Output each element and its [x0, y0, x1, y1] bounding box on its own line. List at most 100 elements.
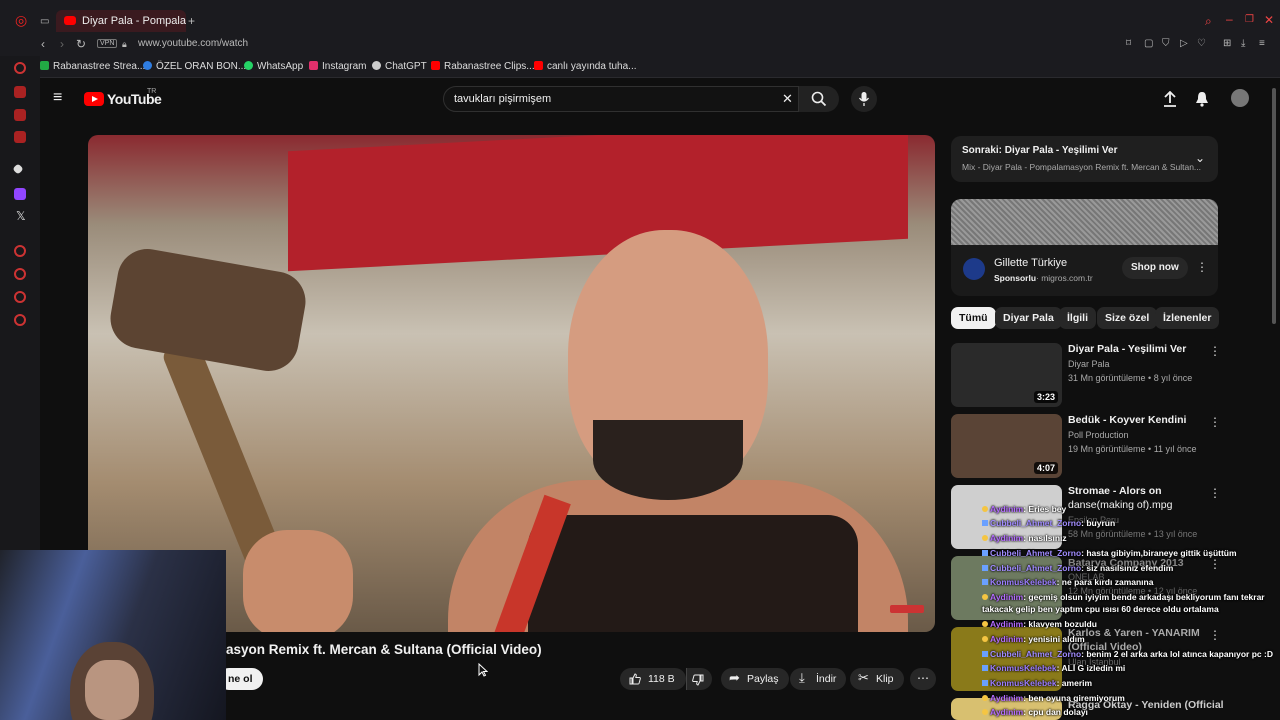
rec-1-thumbnail[interactable]: 4:07 [951, 414, 1062, 478]
account-avatar[interactable] [1231, 89, 1249, 107]
bookmark-0[interactable]: Rabanastree Strea... [40, 61, 145, 72]
microphone-icon [858, 92, 870, 106]
chat-user: KonmusKelebek [990, 678, 1057, 688]
chip-watched[interactable]: İzlenenler [1155, 307, 1220, 329]
rec-0-channel[interactable]: Diyar Pala [1068, 359, 1110, 369]
maximize-icon[interactable]: ❐ [1245, 14, 1254, 26]
bookmark-2-label: WhatsApp [257, 61, 304, 72]
messenger-icon[interactable] [14, 109, 26, 121]
rec-2-title-line2[interactable]: danse(making of).mpg [1068, 499, 1172, 511]
chat-line: Aydinim: geçmiş olsun iyiyim bende arkad… [982, 592, 1265, 602]
twitch-icon[interactable] [14, 188, 26, 200]
close-window-icon[interactable]: ✕ [1264, 14, 1274, 26]
chat-message: : ne para kırdı zamanına [1056, 577, 1154, 587]
settings-gear-icon[interactable] [14, 314, 26, 326]
hamburger-menu-icon[interactable]: ≡ [53, 90, 62, 106]
new-tab-icon[interactable]: + [188, 15, 195, 27]
reload-icon[interactable]: ↻ [76, 38, 86, 50]
clip-button[interactable]: ✂ Klip [850, 668, 904, 690]
menu-icon[interactable]: ≡ [1259, 38, 1265, 50]
bookmark-5[interactable]: Rabanastree Clips... [431, 61, 535, 72]
ad-more-icon[interactable]: ⋮ [1196, 261, 1208, 273]
chip-all[interactable]: Tümü [951, 307, 996, 329]
aria-icon[interactable] [14, 62, 26, 74]
ad-logo [963, 258, 985, 280]
channel-watermark [890, 605, 924, 613]
rec-2-title[interactable]: Stromae - Alors on [1068, 485, 1162, 497]
bookmark-6-label: canlı yayında tuha... [547, 61, 637, 72]
video-frame-hammer-head [105, 244, 311, 376]
chip-diyar-pala[interactable]: Diyar Pala [995, 307, 1062, 329]
rec-0-thumbnail[interactable]: 3:23 [951, 343, 1062, 407]
x-icon[interactable]: 𝕏 [16, 210, 26, 222]
rec-3-more-icon[interactable]: ⋮ [1209, 557, 1221, 571]
opera-logo-icon[interactable]: ◎ [15, 13, 27, 27]
bookmark-4[interactable]: ChatGPT [372, 61, 427, 72]
chat-user: Aydinim [990, 533, 1024, 543]
chat-user: Cubbeli_Ahmet_Zorno [990, 563, 1082, 573]
rec-1-title[interactable]: Bedük - Koyver Kendini [1068, 414, 1186, 426]
more-actions-button[interactable]: ⋯ [910, 668, 936, 690]
like-button[interactable]: 118 B [620, 668, 686, 690]
history-icon[interactable] [14, 268, 26, 280]
store-icon[interactable] [14, 86, 26, 98]
search-button[interactable] [799, 86, 839, 112]
bookmark-6[interactable]: canlı yayında tuha... [534, 61, 637, 72]
dislike-button[interactable] [686, 668, 712, 690]
rec-2-more-icon[interactable]: ⋮ [1209, 486, 1221, 500]
heart-icon[interactable]: ♡ [1197, 38, 1206, 50]
clear-search-icon[interactable]: ✕ [782, 92, 793, 105]
rec-0-title[interactable]: Diyar Pala - Yeşilimi Ver [1068, 343, 1186, 355]
bookmark-1-icon [143, 61, 152, 70]
forward-icon[interactable]: › [60, 38, 64, 50]
ad-card[interactable]: Gillette Türkiye Sponsorlu · migros.com.… [951, 199, 1218, 296]
whatsapp-side-icon[interactable] [14, 245, 26, 257]
rec-2-meta: 58 Mn görüntüleme • 13 yıl önce [1068, 529, 1198, 539]
youtube-logo-icon[interactable] [84, 92, 104, 106]
page-scrollbar[interactable] [1272, 88, 1276, 324]
upload-icon[interactable] [1163, 91, 1177, 107]
rec-1-channel[interactable]: Poll Production [1068, 430, 1129, 440]
share-button[interactable]: ➦ Paylaş [721, 668, 789, 690]
youtube-region: TR [147, 88, 157, 95]
minimize-icon[interactable]: – [1226, 13, 1233, 25]
bookmark-1[interactable]: ÖZEL ORAN BON... [143, 61, 246, 72]
vpn-badge[interactable]: VPN [97, 39, 118, 48]
bookmark-2[interactable]: WhatsApp [244, 61, 303, 72]
notifications-bell-icon[interactable] [1195, 91, 1209, 107]
search-input[interactable]: tavukları pişirmişem ✕ [443, 86, 799, 112]
chevron-down-icon[interactable]: ⌄ [1195, 152, 1205, 164]
wallet-icon[interactable]: ⊞ [1223, 38, 1231, 50]
chat-user: Aydinim [990, 634, 1024, 644]
rec-0-more-icon[interactable]: ⋮ [1209, 344, 1221, 358]
rec-1-more-icon[interactable]: ⋮ [1209, 415, 1221, 429]
video-frame-hand [243, 530, 353, 632]
bookmark-3[interactable]: Instagram [309, 61, 366, 72]
bookmark-icon[interactable]: ⌑ [1126, 38, 1131, 50]
back-icon[interactable]: ‹ [41, 38, 45, 50]
download-button[interactable]: ⤓ İndir [790, 668, 847, 690]
chip-for-you[interactable]: Size özel [1097, 307, 1158, 329]
rec-4-more-icon[interactable]: ⋮ [1209, 628, 1221, 642]
upnext-panel[interactable]: Sonraki: Diyar Pala - Yeşilimi Ver Mix -… [951, 136, 1218, 182]
news-icon[interactable] [14, 131, 26, 143]
search-tabs-icon[interactable]: ⌕ [1205, 15, 1212, 27]
tab-active[interactable]: Diyar Pala - Pompalam [56, 10, 186, 32]
voice-search-button[interactable] [851, 86, 877, 112]
whatsapp-icon [244, 61, 253, 70]
tidal-icon[interactable] [12, 163, 24, 175]
tab-manager-icon[interactable]: ▭ [40, 16, 49, 28]
rec-1-duration: 4:07 [1033, 462, 1058, 474]
snapshot-icon[interactable]: ▢ [1144, 38, 1153, 50]
mouse-cursor-icon [478, 663, 488, 677]
download-icon[interactable]: ⤓ [1241, 38, 1245, 50]
url-text[interactable]: www.youtube.com/watch [138, 38, 248, 49]
ad-sponsor: Sponsorlu [994, 273, 1037, 283]
video-frame-shirt [528, 515, 858, 632]
chat-user: Aydinim [990, 504, 1024, 514]
chip-related[interactable]: İlgili [1059, 307, 1096, 329]
player-icon[interactable]: ▷ [1180, 38, 1188, 50]
shield-icon[interactable]: ⛉ [1162, 38, 1170, 50]
ad-shop-now-button[interactable]: Shop now [1122, 257, 1188, 279]
extensions-icon[interactable] [14, 291, 26, 303]
